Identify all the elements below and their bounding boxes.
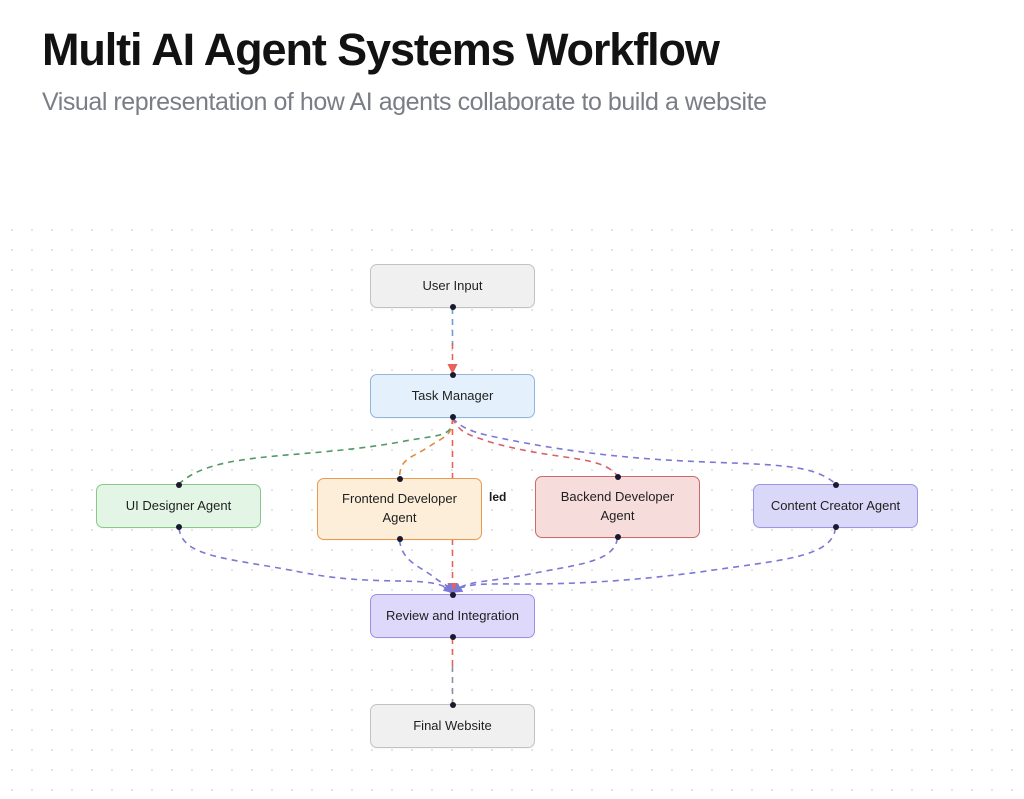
edge-task-manager-ui-designer	[178, 417, 454, 485]
edge-frontend-dev-review	[398, 539, 453, 595]
handle-top[interactable]	[449, 702, 456, 708]
handle-bottom[interactable]	[832, 524, 839, 530]
edge-label-fragment: led	[489, 490, 507, 504]
handle-bottom[interactable]	[175, 524, 182, 530]
page-header: Multi AI Agent Systems Workflow Visual r…	[0, 0, 1024, 117]
node-frontend-developer-agent[interactable]: Frontend Developer Agent	[317, 476, 482, 542]
node-label: UI Designer Agent	[125, 497, 232, 513]
handle-bottom[interactable]	[449, 414, 456, 420]
handle-top[interactable]	[449, 372, 456, 378]
page-subtitle: Visual representation of how AI agents c…	[42, 88, 767, 117]
handle-top[interactable]	[832, 482, 839, 488]
handle-bottom[interactable]	[396, 536, 403, 542]
page-title: Multi AI Agent Systems Workflow	[42, 24, 720, 75]
node-task-manager[interactable]: Task Manager	[370, 372, 535, 420]
node-label: Final Website	[413, 717, 492, 733]
node-label: Content Creator Agent	[770, 497, 901, 513]
node-final-website[interactable]: Final Website	[370, 702, 535, 748]
handle-bottom[interactable]	[449, 634, 456, 640]
node-label: Task Manager	[411, 387, 494, 403]
edge-backend-dev-review	[451, 537, 619, 593]
edge-task-manager-content-creator	[451, 417, 837, 485]
node-label: Backend Developer Agent	[560, 489, 675, 523]
node-label: Frontend Developer Agent	[342, 491, 457, 525]
workflow-canvas[interactable]: led User Input Task Manager UI Designer …	[0, 228, 1024, 799]
node-user-input[interactable]: User Input	[370, 264, 535, 310]
node-review-and-integration[interactable]: Review and Integration	[370, 592, 535, 640]
handle-top[interactable]	[614, 474, 621, 480]
node-ui-designer-agent[interactable]: UI Designer Agent	[96, 482, 261, 530]
node-label: User Input	[422, 277, 483, 293]
handle-bottom[interactable]	[614, 534, 621, 540]
handle-bottom[interactable]	[449, 304, 456, 310]
handle-top[interactable]	[175, 482, 182, 488]
handle-top[interactable]	[396, 476, 403, 482]
handle-top[interactable]	[449, 592, 456, 598]
node-content-creator-agent[interactable]: Content Creator Agent	[753, 482, 918, 530]
edge-task-manager-frontend-dev	[398, 417, 454, 479]
node-backend-developer-agent[interactable]: Backend Developer Agent	[535, 474, 700, 540]
node-label: Review and Integration	[386, 607, 519, 623]
edge-task-manager-backend-dev	[451, 417, 619, 477]
